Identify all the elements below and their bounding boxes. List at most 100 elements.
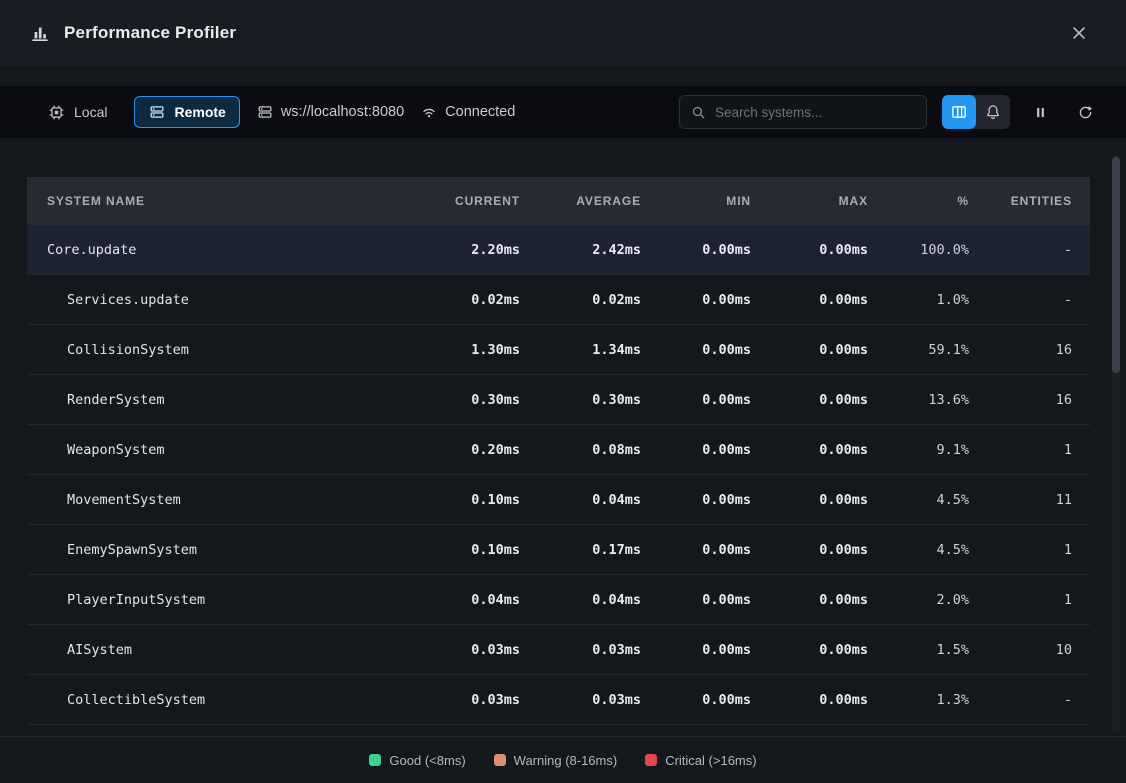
search-input[interactable] (715, 105, 916, 120)
table-body: Core.update 2.20ms 2.42ms 0.00ms 0.00ms … (27, 225, 1090, 725)
cell-min: 0.00ms (641, 442, 751, 458)
column-header-min: MIN (641, 194, 751, 208)
cell-entities: - (969, 292, 1090, 308)
table-header: SYSTEM NAME CURRENT AVERAGE MIN MAX % EN… (27, 177, 1090, 225)
cell-entities: - (969, 692, 1090, 708)
cell-min: 0.00ms (641, 292, 751, 308)
cell-current: 0.03ms (400, 692, 520, 708)
remote-mode-button[interactable]: Remote (134, 96, 239, 128)
close-button[interactable] (1062, 16, 1096, 50)
table-row[interactable]: AISystem 0.03ms 0.03ms 0.00ms 0.00ms 1.5… (27, 625, 1090, 675)
remote-mode-label: Remote (174, 104, 225, 120)
cell-min: 0.00ms (641, 392, 751, 408)
cell-entities: - (969, 242, 1090, 258)
table-row[interactable]: CollectibleSystem 0.03ms 0.03ms 0.00ms 0… (27, 675, 1090, 725)
cell-system-name: EnemySpawnSystem (27, 542, 400, 558)
table-row[interactable]: EnemySpawnSystem 0.10ms 0.17ms 0.00ms 0.… (27, 525, 1090, 575)
scrollbar-thumb[interactable] (1112, 157, 1120, 373)
pause-icon (1032, 104, 1049, 121)
cell-current: 0.04ms (400, 592, 520, 608)
websocket-url-text: ws://localhost:8080 (281, 104, 404, 120)
bar-chart-icon (30, 23, 50, 43)
legend-swatch (494, 754, 506, 766)
cell-current: 1.30ms (400, 342, 520, 358)
cell-current: 0.10ms (400, 542, 520, 558)
cpu-icon (47, 103, 66, 122)
cell-percent: 100.0% (868, 242, 969, 258)
websocket-url: ws://localhost:8080 (256, 103, 404, 121)
cell-current: 2.20ms (400, 242, 520, 258)
cell-percent: 9.1% (868, 442, 969, 458)
local-mode-label: Local (74, 104, 107, 120)
table-row[interactable]: MovementSystem 0.10ms 0.04ms 0.00ms 0.00… (27, 475, 1090, 525)
table-row[interactable]: WeaponSystem 0.20ms 0.08ms 0.00ms 0.00ms… (27, 425, 1090, 475)
cell-max: 0.00ms (751, 342, 868, 358)
cell-entities: 1 (969, 542, 1090, 558)
column-header-entities: ENTITIES (969, 194, 1090, 208)
legend-item: Critical (>16ms) (645, 753, 756, 768)
cell-current: 0.03ms (400, 642, 520, 658)
cell-current: 0.10ms (400, 492, 520, 508)
connection-status: Connected (420, 103, 515, 121)
cell-current: 0.02ms (400, 292, 520, 308)
alerts-button[interactable] (976, 95, 1010, 129)
cell-average: 1.34ms (520, 342, 641, 358)
app-header: Performance Profiler (0, 0, 1126, 66)
table-row[interactable]: RenderSystem 0.30ms 0.30ms 0.00ms 0.00ms… (27, 375, 1090, 425)
search-icon (690, 104, 707, 121)
cell-max: 0.00ms (751, 492, 868, 508)
cell-entities: 1 (969, 592, 1090, 608)
local-mode-button[interactable]: Local (36, 96, 118, 129)
main-content: SYSTEM NAME CURRENT AVERAGE MIN MAX % EN… (0, 138, 1126, 736)
cell-entities: 1 (969, 442, 1090, 458)
cell-current: 0.20ms (400, 442, 520, 458)
connection-status-text: Connected (445, 104, 515, 120)
refresh-button[interactable] (1070, 95, 1100, 129)
cell-average: 2.42ms (520, 242, 641, 258)
cell-system-name: Services.update (27, 292, 400, 308)
cell-system-name: CollisionSystem (27, 342, 400, 358)
cell-percent: 1.5% (868, 642, 969, 658)
close-icon (1069, 23, 1089, 43)
cell-percent: 1.0% (868, 292, 969, 308)
page-title: Performance Profiler (64, 23, 236, 43)
column-header-system-name: SYSTEM NAME (27, 194, 400, 208)
legend-swatch (369, 754, 381, 766)
server-icon (148, 103, 166, 121)
cell-max: 0.00ms (751, 242, 868, 258)
pause-button[interactable] (1025, 95, 1055, 129)
cell-system-name: Core.update (27, 242, 400, 258)
cell-min: 0.00ms (641, 492, 751, 508)
bell-icon (984, 103, 1002, 121)
cell-percent: 4.5% (868, 542, 969, 558)
table-row[interactable]: PlayerInputSystem 0.04ms 0.04ms 0.00ms 0… (27, 575, 1090, 625)
cell-max: 0.00ms (751, 642, 868, 658)
table-row[interactable]: Core.update 2.20ms 2.42ms 0.00ms 0.00ms … (27, 225, 1090, 275)
legend-label: Good (<8ms) (389, 753, 465, 768)
cell-percent: 13.6% (868, 392, 969, 408)
columns-icon (950, 103, 968, 121)
cell-min: 0.00ms (641, 592, 751, 608)
cell-percent: 2.0% (868, 592, 969, 608)
cell-max: 0.00ms (751, 442, 868, 458)
cell-percent: 1.3% (868, 692, 969, 708)
table-row[interactable]: CollisionSystem 1.30ms 1.34ms 0.00ms 0.0… (27, 325, 1090, 375)
cell-entities: 16 (969, 342, 1090, 358)
table-row[interactable]: Services.update 0.02ms 0.02ms 0.00ms 0.0… (27, 275, 1090, 325)
view-toggle-group (942, 95, 1010, 129)
cell-min: 0.00ms (641, 242, 751, 258)
toolbar-right (679, 95, 1100, 129)
cell-average: 0.08ms (520, 442, 641, 458)
scrollbar[interactable] (1112, 155, 1120, 732)
toolbar-left: Local Remote (36, 96, 515, 129)
cell-max: 0.00ms (751, 542, 868, 558)
legend-swatch (645, 754, 657, 766)
cell-average: 0.04ms (520, 492, 641, 508)
cell-system-name: PlayerInputSystem (27, 592, 400, 608)
cell-min: 0.00ms (641, 692, 751, 708)
wifi-icon (420, 103, 438, 121)
cell-average: 0.17ms (520, 542, 641, 558)
table-view-button[interactable] (942, 95, 976, 129)
cell-percent: 59.1% (868, 342, 969, 358)
server-icon (256, 103, 274, 121)
